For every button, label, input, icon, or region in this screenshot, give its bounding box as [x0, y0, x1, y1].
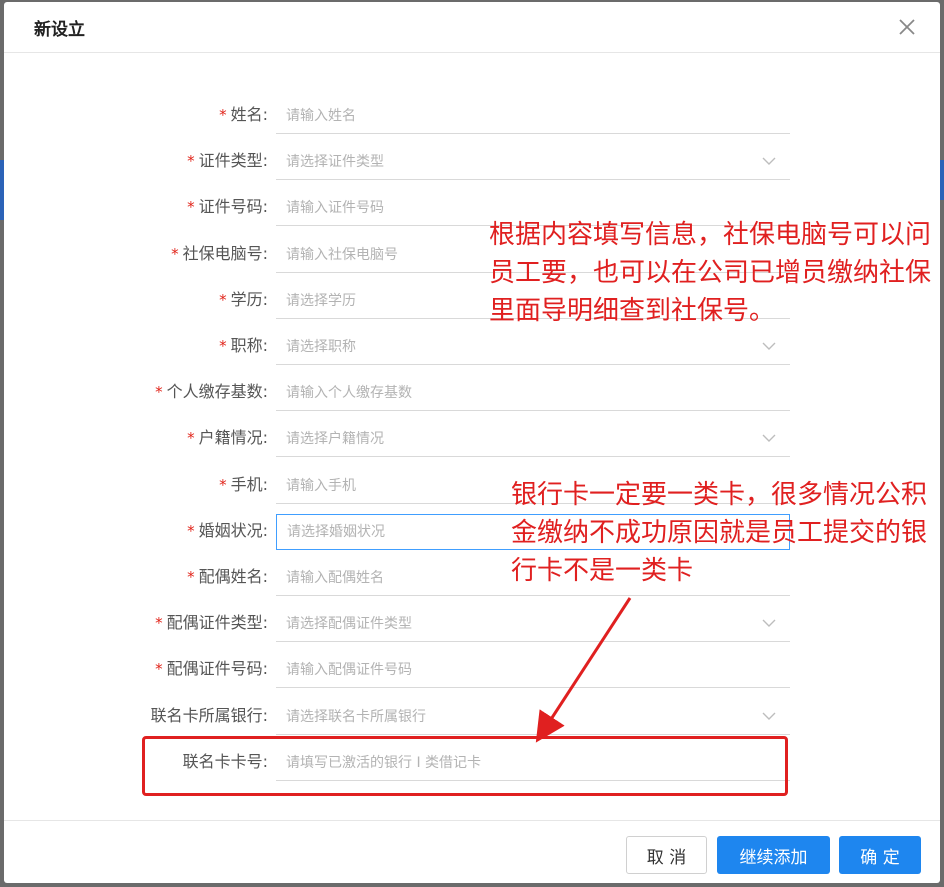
field-label-card-bank: 联名卡所属银行:: [151, 693, 268, 739]
field-label-text: 配偶证件号码:: [166, 659, 268, 678]
spouse-id-number-input[interactable]: [276, 652, 790, 688]
form-row-household: * 户籍情况:: [4, 415, 804, 461]
backdrop-strip: [940, 160, 944, 200]
id-type-field[interactable]: [276, 144, 790, 179]
field-label-spouse-id-type: * 配偶证件类型:: [155, 600, 268, 646]
chevron-down-icon[interactable]: [762, 709, 776, 723]
form-row-spouse-id-number: * 配偶证件号码:: [4, 646, 804, 692]
field-label-spouse-id-number: * 配偶证件号码:: [155, 646, 268, 692]
field-label-text: 证件号码:: [198, 197, 268, 216]
chevron-down-icon[interactable]: [762, 616, 776, 630]
required-star: *: [155, 614, 163, 632]
annotation-social-security: 根据内容填写信息，社保电脑号可以问员工要，也可以在公司已增员缴纳社保里面导明细查…: [489, 220, 932, 326]
field-label-text: 手机:: [230, 475, 268, 494]
field-label-text: 配偶证件类型:: [166, 613, 268, 632]
field-label-id-type: * 证件类型:: [187, 138, 268, 184]
field-label-marital-status: * 婚姻状况:: [187, 508, 268, 554]
field-label-title: * 职称:: [219, 323, 268, 369]
field-label-text: 联名卡所属银行:: [150, 706, 268, 725]
card-bank-field[interactable]: [276, 699, 790, 734]
deposit-base-field[interactable]: [276, 375, 790, 410]
field-label-text: 户籍情况:: [198, 428, 268, 447]
required-star: *: [187, 152, 195, 170]
field-label-text: 证件类型:: [198, 151, 268, 170]
annotation-bank-card: 银行卡一定要一类卡，很多情况公积金缴纳不成功原因就是员工提交的银行卡不是一类卡: [511, 480, 928, 586]
field-label-text: 个人缴存基数:: [166, 382, 268, 401]
required-star: *: [155, 660, 163, 678]
household-select[interactable]: [276, 421, 790, 457]
deposit-base-input[interactable]: [276, 375, 790, 411]
field-label-id-number: * 证件号码:: [187, 184, 268, 230]
required-star: *: [219, 291, 227, 309]
field-label-spouse-name: * 配偶姓名:: [187, 554, 268, 600]
form-row-id-type: * 证件类型:: [4, 138, 804, 184]
chevron-down-icon[interactable]: [762, 339, 776, 353]
field-label-social-security-no: * 社保电脑号:: [171, 231, 268, 277]
id-type-select[interactable]: [276, 144, 790, 180]
required-star: *: [219, 476, 227, 494]
field-label-household: * 户籍情况:: [187, 415, 268, 461]
household-field[interactable]: [276, 421, 790, 456]
field-label-text: 学历:: [230, 290, 268, 309]
form-row-card-bank: 联名卡所属银行:: [4, 693, 804, 739]
field-label-name: * 姓名:: [219, 92, 268, 138]
card-number-highlight-box: [142, 736, 788, 796]
required-star: *: [155, 383, 163, 401]
field-label-text: 社保电脑号:: [182, 244, 268, 263]
chevron-down-icon[interactable]: [762, 154, 776, 168]
card-bank-select[interactable]: [276, 699, 790, 735]
form-row-name: * 姓名:: [4, 92, 804, 138]
required-star: *: [219, 337, 227, 355]
form-row-deposit-base: * 个人缴存基数:: [4, 369, 804, 415]
field-label-text: 姓名:: [230, 105, 268, 124]
field-label-text: 职称:: [230, 336, 268, 355]
title-field[interactable]: [276, 329, 790, 364]
dialog-footer: 取 消 继续添加 确 定: [4, 820, 940, 883]
spouse-id-type-select[interactable]: [276, 606, 790, 642]
field-label-text: 配偶姓名:: [198, 567, 268, 586]
title-select[interactable]: [276, 329, 790, 365]
close-icon[interactable]: [894, 14, 920, 40]
field-label-deposit-base: * 个人缴存基数:: [155, 369, 268, 415]
cancel-button[interactable]: 取 消: [626, 836, 707, 874]
name-input[interactable]: [276, 98, 790, 134]
chevron-down-icon[interactable]: [762, 431, 776, 445]
new-setup-dialog: 新设立 *姓名:*证件类型:*证件号码:*社保电脑号:*学历:*职称:*个人缴存…: [4, 2, 940, 883]
spouse-id-number-field[interactable]: [276, 652, 790, 687]
required-star: *: [187, 522, 195, 540]
continue-add-button[interactable]: 继续添加: [717, 836, 830, 874]
required-star: *: [187, 429, 195, 447]
field-label-education: * 学历:: [219, 277, 268, 323]
field-label-mobile: * 手机:: [219, 462, 268, 508]
required-star: *: [187, 198, 195, 216]
name-field[interactable]: [276, 98, 790, 133]
required-star: *: [187, 568, 195, 586]
spouse-id-type-field[interactable]: [276, 606, 790, 641]
required-star: *: [171, 245, 179, 263]
confirm-button[interactable]: 确 定: [839, 836, 921, 874]
field-label-text: 婚姻状况:: [198, 521, 268, 540]
dialog-title: 新设立: [34, 20, 85, 40]
dialog-header: 新设立: [4, 2, 940, 53]
required-star: *: [219, 106, 227, 124]
form-row-spouse-id-type: * 配偶证件类型:: [4, 600, 804, 646]
